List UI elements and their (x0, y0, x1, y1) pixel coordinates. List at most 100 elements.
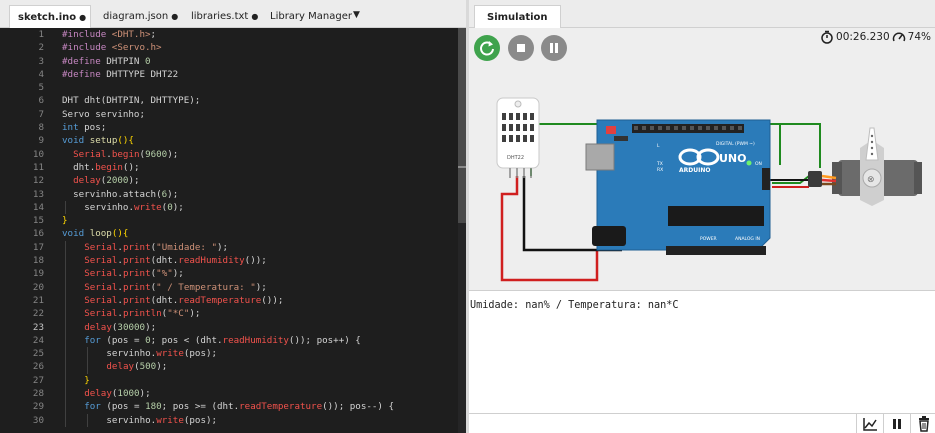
code-line[interactable]: 13 servinho.attach(6); (0, 188, 458, 201)
code-line[interactable]: 25 servinho.write(pos); (0, 347, 458, 361)
code-line[interactable]: 2 #include <Servo.h> (0, 41, 458, 54)
code-token: ); (189, 308, 201, 320)
code-line[interactable]: 12 delay(2000); (0, 174, 458, 187)
code-line[interactable]: 14 servinho.write(0); (0, 200, 458, 215)
code-text: DHT dht(DHTPIN, DHTTYPE); (62, 94, 200, 107)
code-text: Serial.begin(9600); (73, 148, 178, 161)
indent-guide (87, 413, 89, 427)
code-token: #include (62, 42, 112, 54)
code-line[interactable]: 24 for (pos = 0; pos < (dht.readHumidity(… (0, 333, 458, 348)
code-line[interactable]: 7 Servo servinho; (0, 108, 458, 121)
code-text: delay(2000); (73, 174, 139, 187)
clear-serial-button[interactable] (910, 414, 935, 433)
code-line[interactable]: 9 void setup(){ (0, 134, 458, 147)
pause-icon (550, 43, 558, 53)
code-line[interactable]: 3 #define DHTPIN 0 (0, 55, 458, 68)
code-token: println (122, 308, 162, 320)
tab-diagram-json[interactable]: diagram.json ● (103, 5, 178, 28)
code-line[interactable]: 15} (0, 214, 458, 227)
pause-simulation-button[interactable] (541, 35, 567, 61)
code-token: 30000 (117, 321, 146, 333)
code-line[interactable]: 26 delay(500); (0, 360, 458, 374)
code-token: } (62, 215, 68, 227)
line-number: 4 (38, 68, 44, 80)
code-line[interactable]: 17 Serial.print("Umidade: "); (0, 240, 458, 255)
code-line[interactable]: 22 Serial.println("*C"); (0, 307, 458, 321)
code-text: Serial.print(dht.readTemperature()); (84, 294, 283, 307)
code-token: ); (172, 201, 184, 213)
tab-simulation[interactable]: Simulation (474, 5, 561, 28)
editor-tab-bar: sketch.ino ● diagram.json ● libraries.txt ●… (0, 0, 466, 28)
code-token: ()); pos++) { (288, 334, 361, 346)
tab-sketch-ino[interactable]: sketch.ino ● (9, 5, 91, 28)
code-line[interactable]: 5 (0, 81, 458, 94)
code-line[interactable]: 30 servinho.write(pos); (0, 413, 458, 427)
trash-icon (919, 416, 929, 432)
restart-simulation-button[interactable] (474, 35, 500, 61)
code-line[interactable]: 10 Serial.begin(9600); (0, 148, 458, 161)
servo-motor[interactable]: ⊗ (808, 127, 922, 206)
code-token: ); (172, 268, 184, 280)
code-line[interactable]: 21 Serial.print(dht.readTemperature()); (0, 293, 458, 308)
code-token: delay (73, 175, 101, 187)
code-token: 2000 (106, 175, 129, 187)
code-line[interactable]: 28 delay(1000); (0, 387, 458, 401)
code-token: print (122, 241, 151, 253)
code-line[interactable]: 29 for (pos = 180; pos >= (dht.readTemper… (0, 400, 458, 414)
code-token: (){ (117, 135, 134, 147)
code-text: servinho.write(pos); (106, 347, 217, 360)
code-token: ); (167, 188, 179, 200)
stop-icon (517, 44, 525, 52)
code-token: servinho. (106, 414, 157, 426)
code-token: ); (139, 388, 151, 400)
serial-monitor[interactable]: Umidade: nan% / Temperatura: nan*C (469, 290, 935, 414)
code-text: void setup(){ (62, 134, 134, 147)
code-line[interactable]: 4 #define DHTTYPE DHT22 (0, 68, 458, 81)
dht22-sensor[interactable] (496, 97, 540, 178)
code-text: Servo servinho; (62, 108, 145, 121)
code-line[interactable]: 18 Serial.print(dht.readHumidity()); (0, 254, 458, 268)
chart-icon (863, 418, 877, 431)
code-line[interactable]: 8 int pos; (0, 121, 458, 134)
line-number: 17 (32, 241, 44, 253)
code-text: for (pos = 180; pos >= (dht.readTemperat… (84, 400, 394, 413)
code-token: #define (62, 68, 107, 80)
code-token: print (122, 281, 151, 293)
code-token: 500 (139, 361, 157, 373)
code-token: Servo servinho; (62, 108, 145, 120)
code-area[interactable]: 1 #include <DHT.h>; 2 #include <Servo.h> 3 #d… (0, 28, 458, 433)
code-text: #include <Servo.h> (62, 41, 162, 54)
stop-simulation-button[interactable] (508, 35, 534, 61)
indent-guide (87, 347, 89, 361)
code-token: #include (62, 29, 112, 40)
line-number: 10 (32, 148, 44, 160)
line-number: 2 (38, 42, 44, 54)
code-line[interactable]: 1 #include <DHT.h>; (0, 28, 458, 41)
wire-red[interactable] (500, 176, 599, 282)
code-token: loop (89, 228, 112, 240)
code-line[interactable]: 23 delay(30000); (0, 320, 458, 334)
code-line[interactable]: 16 void loop(){ (0, 227, 458, 240)
board-model-label: UNO (719, 152, 747, 165)
serial-plotter-button[interactable] (856, 414, 882, 433)
code-line[interactable]: 11 dht.begin(); (0, 161, 458, 174)
code-token: <DHT.h> (111, 29, 151, 40)
editor-scrollbar-thumb[interactable] (458, 28, 466, 223)
caret-down-icon[interactable]: ▼ (353, 5, 360, 28)
code-line[interactable]: 27} (0, 373, 458, 388)
code-line[interactable]: 19 Serial.print("%"); (0, 267, 458, 281)
code-token: write (133, 201, 162, 213)
tab-libraries-txt[interactable]: libraries.txt ● (191, 5, 258, 28)
code-token: setup (89, 135, 118, 147)
code-line[interactable]: 20 Serial.print(" / Temperatura: "); (0, 280, 458, 294)
code-token: #define (62, 55, 107, 67)
simulation-canvas[interactable]: UNO ARDUINO DIGITAL (PWM ~) ANALOG IN PO… (469, 28, 935, 290)
code-token: ()); (244, 255, 267, 267)
code-line[interactable]: 6 DHT dht(DHTPIN, DHTTYPE); (0, 94, 458, 107)
code-token: 0 (145, 55, 151, 67)
code-token: "%" (156, 268, 173, 280)
tab-library-manager[interactable]: Library Manager (270, 5, 352, 28)
arduino-uno-board[interactable] (585, 119, 771, 255)
simulation-status: 00:26.230 74% (820, 30, 931, 44)
serial-pause-button[interactable] (883, 414, 909, 433)
